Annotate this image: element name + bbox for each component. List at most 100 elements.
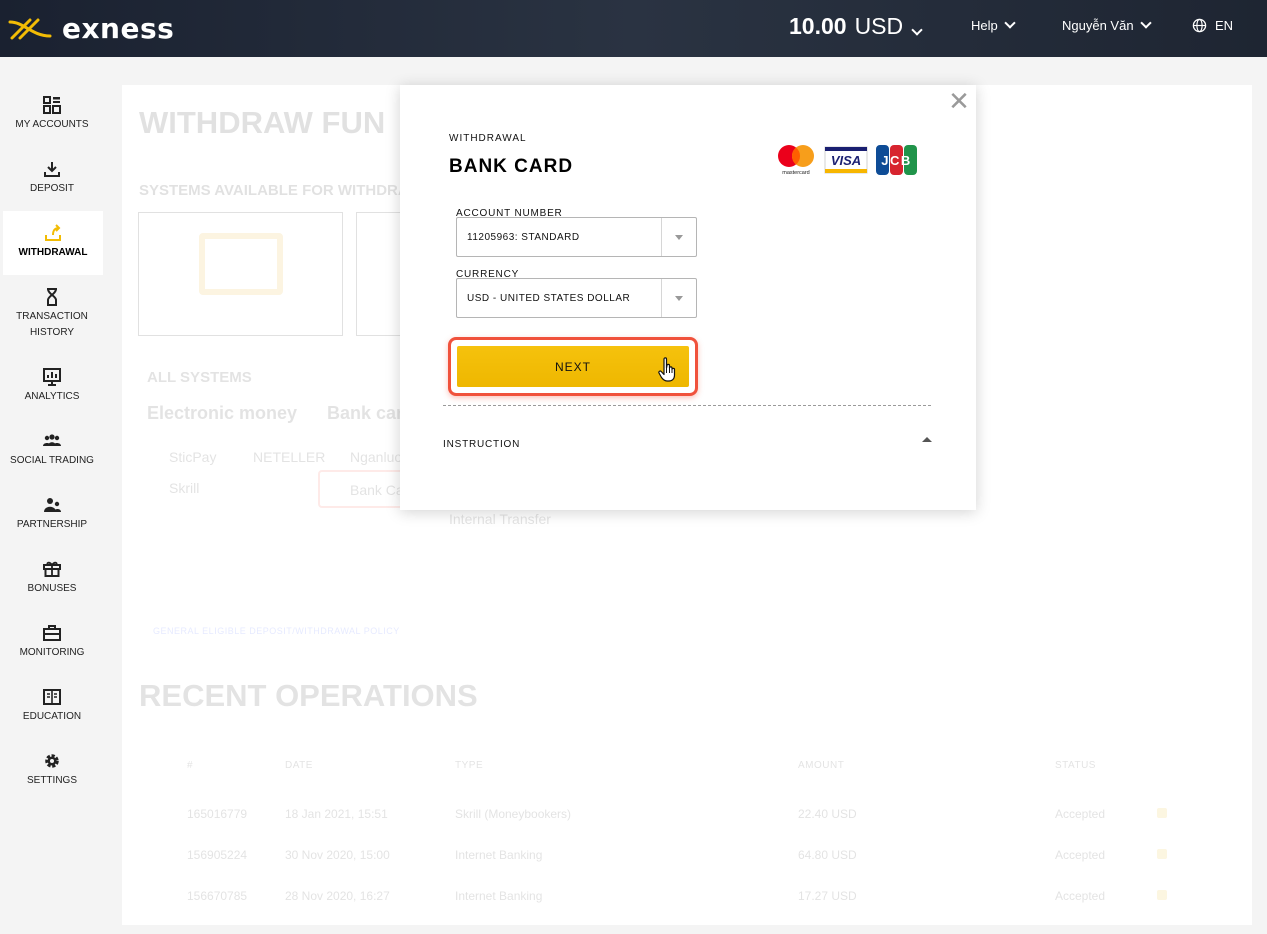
jcb-logo-icon: JCB	[876, 145, 917, 175]
tab-bank-card[interactable]: Bank car	[327, 403, 403, 424]
sidebar-item-label: PARTNERSHIP	[16, 519, 88, 530]
row-amount: 64.80 USD	[798, 848, 857, 862]
briefcase-icon	[42, 623, 62, 643]
system-nganluong[interactable]: Nganluo	[350, 449, 402, 465]
sidebar-item-analytics[interactable]: ANALYTICS	[0, 355, 104, 419]
row-date: 30 Nov 2020, 15:00	[285, 848, 390, 862]
balance-dropdown[interactable]: 10.00 USD	[789, 13, 923, 40]
card-brand-logos: mastercard VISA JCB	[774, 143, 918, 177]
modal-overline: WITHDRAWAL	[449, 133, 527, 144]
balance-amount: 10.00	[789, 13, 847, 39]
row-status: Accepted	[1055, 889, 1106, 903]
visa-wordmark: VISA	[831, 153, 861, 168]
hand-cursor-icon	[658, 357, 676, 382]
row-date: 18 Jan 2021, 15:51	[285, 807, 388, 821]
status-icon	[1157, 890, 1167, 900]
row-date: 28 Nov 2020, 16:27	[285, 889, 390, 903]
row-status: Accepted	[1055, 848, 1106, 862]
tab-electronic-money[interactable]: Electronic money	[147, 403, 297, 424]
system-skrill[interactable]: Skrill	[169, 480, 199, 496]
help-menu[interactable]: Help	[971, 17, 1016, 33]
dropdown-arrow-icon[interactable]	[661, 218, 696, 256]
row-id: 156670785	[187, 889, 248, 903]
sidebar: MY ACCOUNTS DEPOSIT WITHDRAWAL TRANSACTI…	[0, 83, 104, 803]
currency-select[interactable]: USD - UNITED STATES DOLLAR	[456, 278, 697, 318]
hourglass-icon	[42, 287, 62, 307]
partners-icon	[42, 495, 62, 515]
brand-logo[interactable]: exness	[6, 12, 174, 45]
mastercard-wordmark: mastercard	[782, 170, 810, 176]
chevron-down-icon	[911, 24, 923, 36]
systems-available-heading: SYSTEMS AVAILABLE FOR WITHDRAV	[139, 182, 418, 199]
sidebar-item-label: TRANSACTION HISTORY	[16, 311, 88, 338]
all-systems-heading: ALL SYSTEMS	[147, 369, 252, 386]
column-header: STATUS	[1055, 760, 1096, 771]
language-selector[interactable]: EN	[1192, 18, 1233, 33]
row-amount: 22.40 USD	[798, 807, 857, 821]
row-type: Internet Banking	[455, 848, 543, 862]
row-type: Internet Banking	[455, 889, 543, 903]
sidebar-item-label: SOCIAL TRADING	[10, 455, 94, 466]
page-title: WITHDRAW FUN	[139, 105, 386, 140]
system-sticpay[interactable]: SticPay	[169, 449, 216, 465]
account-number-value: 11205963: STANDARD	[467, 231, 580, 243]
user-menu[interactable]: Nguyễn Văn	[1062, 17, 1152, 33]
sidebar-item-withdrawal[interactable]: WITHDRAWAL	[3, 211, 103, 275]
balance-currency: USD	[854, 13, 904, 39]
jcb-wordmark: JCB	[881, 153, 912, 168]
chevron-down-icon	[1004, 17, 1016, 29]
row-id: 156905224	[187, 848, 248, 862]
currency-value: USD - UNITED STATES DOLLAR	[467, 292, 631, 304]
sidebar-item-education[interactable]: EDUCATION	[0, 675, 104, 739]
sidebar-item-label: WITHDRAWAL	[18, 247, 88, 258]
column-header: AMOUNT	[798, 760, 845, 771]
divider	[443, 405, 931, 406]
next-button[interactable]: NEXT	[457, 346, 689, 387]
mastercard-logo-icon: mastercard	[778, 145, 814, 176]
exness-logo-icon	[8, 18, 52, 39]
close-icon[interactable]: ✕	[948, 89, 970, 115]
instruction-toggle-label[interactable]: INSTRUCTION	[443, 439, 520, 450]
status-icon	[1157, 849, 1167, 859]
policy-link[interactable]: GENERAL ELIGIBLE DEPOSIT/WITHDRAWAL POLI…	[153, 626, 400, 636]
column-header: DATE	[285, 760, 313, 771]
book-icon	[42, 687, 62, 707]
sidebar-item-partnership[interactable]: PARTNERSHIP	[0, 483, 104, 547]
dropdown-arrow-icon[interactable]	[661, 279, 696, 317]
column-header: #	[187, 760, 194, 771]
sidebar-item-social-trading[interactable]: SOCIAL TRADING	[0, 419, 104, 483]
chart-board-icon	[42, 367, 62, 387]
grid-icon	[42, 95, 62, 115]
sidebar-item-deposit[interactable]: DEPOSIT	[0, 147, 104, 211]
chevron-down-icon	[1139, 17, 1152, 29]
chevron-up-icon[interactable]	[922, 437, 932, 442]
sidebar-item-label: DEPOSIT	[30, 183, 74, 194]
language-label: EN	[1215, 18, 1234, 33]
system-internal-transfer[interactable]: Internal Transfer	[449, 511, 551, 527]
row-status: Accepted	[1055, 807, 1106, 821]
system-card[interactable]	[356, 212, 406, 336]
sidebar-item-label: SETTINGS	[26, 775, 77, 786]
sidebar-item-label: MONITORING	[19, 647, 85, 658]
sidebar-item-label: BONUSES	[27, 583, 77, 594]
sidebar-item-my-accounts[interactable]: MY ACCOUNTS	[0, 83, 104, 147]
users-icon	[42, 431, 62, 451]
sidebar-item-label: MY ACCOUNTS	[15, 119, 89, 130]
sidebar-item-transaction-history[interactable]: TRANSACTION HISTORY	[0, 275, 104, 355]
upload-icon	[43, 223, 63, 243]
withdrawal-modal: ✕ WITHDRAWAL BANK CARD mastercard VISA J…	[400, 85, 976, 510]
sidebar-item-bonuses[interactable]: BONUSES	[0, 547, 104, 611]
recent-operations-title: RECENT OPERATIONS	[139, 678, 478, 713]
sidebar-item-monitoring[interactable]: MONITORING	[0, 611, 104, 675]
sidebar-item-label: EDUCATION	[22, 711, 82, 722]
brand-name: exness	[62, 12, 175, 45]
sidebar-item-settings[interactable]: SETTINGS	[0, 739, 104, 803]
account-number-select[interactable]: 11205963: STANDARD	[456, 217, 697, 257]
visa-logo-icon: VISA	[824, 146, 868, 174]
top-header: exness 10.00 USD Help Nguyễn Văn EN	[0, 0, 1267, 57]
column-header: TYPE	[455, 760, 484, 771]
sidebar-item-label: ANALYTICS	[24, 391, 80, 402]
system-card[interactable]	[138, 212, 343, 336]
system-neteller[interactable]: NETELLER	[253, 449, 325, 465]
user-name: Nguyễn Văn	[1062, 18, 1134, 33]
